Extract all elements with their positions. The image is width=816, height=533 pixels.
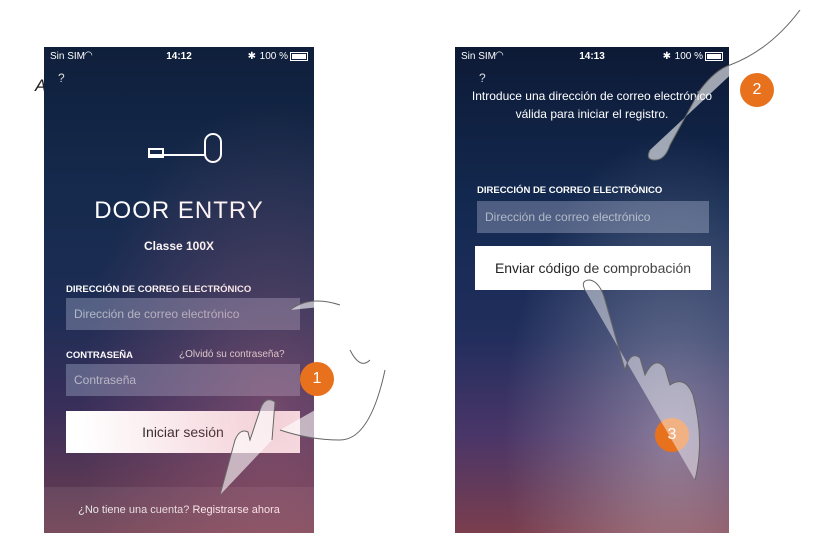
help-button[interactable]: ? <box>58 71 65 85</box>
app-subtitle: Classe 100X <box>143 239 215 253</box>
hand-pointer-icon <box>219 300 386 496</box>
no-account-text: ¿No tiene una cuenta? <box>78 504 190 516</box>
battery-text: 100 % <box>259 51 288 62</box>
bluetooth-icon: ✱ <box>247 51 256 62</box>
battery-icon <box>290 52 308 61</box>
email-field[interactable]: Dirección de correo electrónico <box>477 201 709 233</box>
key-icon <box>148 133 222 163</box>
app-title: DOOR ENTRY <box>94 197 264 224</box>
hand-pointer-icon <box>647 10 801 161</box>
status-bar: Sin SIM ◠ 14:12 ✱ 100 % <box>44 47 314 65</box>
register-link[interactable]: Registrarse ahora <box>192 504 279 516</box>
password-label: CONTRASEÑA <box>66 350 134 361</box>
hand-pointer-icon <box>582 279 700 481</box>
help-button[interactable]: ? <box>479 71 486 85</box>
email-label: DIRECCIÓN DE CORREO ELECTRÓNICO <box>477 185 663 196</box>
